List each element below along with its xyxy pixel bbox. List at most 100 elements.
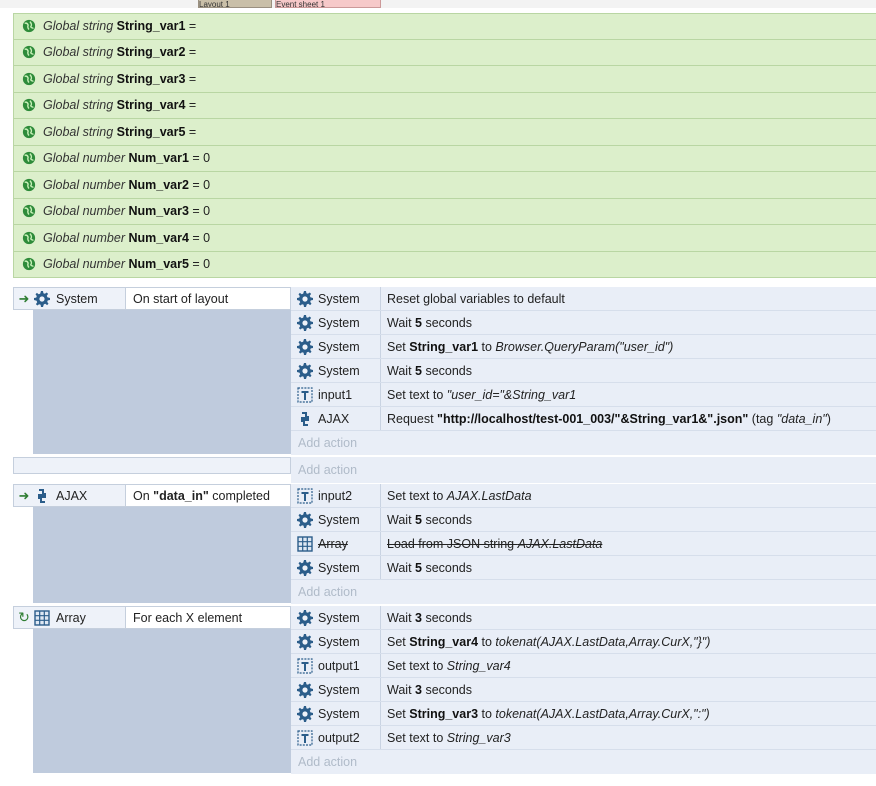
action-object: System: [318, 315, 360, 330]
global-variable-row[interactable]: Global string String_var2 =: [13, 39, 876, 66]
action-object: input2: [318, 488, 353, 503]
global-variable-text: Global string String_var3 =: [43, 71, 197, 86]
globe-icon: [22, 151, 36, 165]
array-icon: [297, 536, 313, 552]
global-variable-row[interactable]: Global number Num_var2 = 0: [13, 172, 876, 199]
action-row[interactable]: System Wait 3 seconds: [291, 678, 876, 702]
globe-icon: [22, 257, 36, 271]
event-condition-block: [33, 507, 291, 603]
action-text: Wait 5 seconds: [387, 363, 472, 378]
action-object: input1: [318, 387, 353, 402]
global-variable-text: Global number Num_var5 = 0: [43, 257, 211, 272]
action-row[interactable]: System Wait 5 seconds: [291, 311, 876, 335]
action-text: Request "http://localhost/test-001_003/"…: [387, 411, 831, 426]
action-row[interactable]: System Reset global variables to default: [291, 287, 876, 311]
gear-icon: [297, 682, 313, 698]
global-variable-text: Global string String_var1 =: [43, 19, 197, 34]
event-condition[interactable]: ↻ Array For each X element: [13, 606, 291, 629]
action-row[interactable]: output2 Set text to String_var3: [291, 726, 876, 750]
gear-icon: [297, 363, 313, 379]
textbox-icon: [297, 730, 313, 746]
action-row[interactable]: System Set String_var4 to tokenat(AJAX.La…: [291, 630, 876, 654]
globe-icon: [22, 231, 36, 245]
gear-icon: [297, 560, 313, 576]
loop-icon: ↻: [18, 609, 30, 625]
action-object: System: [318, 634, 360, 649]
event-condition[interactable]: ➜ AJAX On "data_in" completed: [13, 484, 291, 507]
action-row[interactable]: input2 Set text to AJAX.LastData: [291, 484, 876, 508]
event-condition-block: [33, 310, 291, 454]
trigger-suffix: completed: [208, 488, 270, 503]
action-object: System: [318, 363, 360, 378]
tab-layout[interactable]: Layout 1: [198, 0, 272, 8]
empty-event-condition[interactable]: [13, 457, 291, 474]
action-row[interactable]: System Wait 3 seconds: [291, 606, 876, 630]
global-variable-row[interactable]: Global number Num_var1 = 0: [13, 145, 876, 172]
global-variable-text: Global number Num_var1 = 0: [43, 151, 211, 166]
global-variable-text: Global number Num_var3 = 0: [43, 204, 211, 219]
gear-icon: [297, 706, 313, 722]
action-row[interactable]: System Wait 5 seconds: [291, 556, 876, 580]
gear-icon: [297, 634, 313, 650]
global-variable-row[interactable]: Global number Num_var3 = 0: [13, 198, 876, 225]
action-row[interactable]: System Wait 5 seconds: [291, 508, 876, 532]
event-condition[interactable]: ➜ System On start of layout: [13, 287, 291, 310]
action-text: Set text to "user_id="&String_var1: [387, 387, 577, 402]
action-row[interactable]: input1 Set text to "user_id="&String_var1: [291, 383, 876, 407]
condition-object: Array: [56, 610, 86, 625]
action-text: Wait 5 seconds: [387, 315, 472, 330]
global-variable-text: Global number Num_var4 = 0: [43, 230, 211, 245]
event-actions: System Reset global variables to default S…: [291, 287, 876, 455]
action-text: Set String_var4 to tokenat(AJAX.LastData…: [387, 634, 711, 649]
action-text: Set String_var3 to tokenat(AJAX.LastData…: [387, 706, 710, 721]
ajax-icon: [34, 488, 50, 504]
action-row[interactable]: AJAX Request "http://localhost/test-001_0…: [291, 407, 876, 431]
action-row[interactable]: Array Load from JSON string AJAX.LastData: [291, 532, 876, 556]
action-text: Set text to String_var4: [387, 658, 511, 673]
action-object: System: [318, 610, 360, 625]
global-variable-text: Global string String_var2 =: [43, 45, 197, 60]
global-variable-text: Global number Num_var2 = 0: [43, 177, 211, 192]
condition-trigger[interactable]: On "data_in" completed: [126, 485, 290, 506]
globe-icon: [22, 178, 36, 192]
action-text: Set String_var1 to Browser.QueryParam("u…: [387, 339, 674, 354]
global-variable-row[interactable]: Global string String_var3 =: [13, 66, 876, 93]
add-action-link[interactable]: Add action: [291, 457, 876, 483]
trigger-prefix: On: [133, 488, 154, 503]
condition-trigger[interactable]: For each X element: [126, 607, 290, 628]
globe-icon: [22, 204, 36, 218]
global-variable-row[interactable]: Global string String_var4 =: [13, 92, 876, 119]
globe-icon: [22, 45, 36, 59]
action-row[interactable]: System Wait 5 seconds: [291, 359, 876, 383]
condition-trigger[interactable]: On start of layout: [126, 288, 290, 309]
global-variable-row[interactable]: Global number Num_var4 = 0: [13, 225, 876, 252]
add-action-link[interactable]: Add action: [291, 750, 876, 774]
action-row[interactable]: output1 Set text to String_var4: [291, 654, 876, 678]
tab-event-sheet[interactable]: Event sheet 1: [275, 0, 381, 8]
add-action-link[interactable]: Add action: [291, 431, 876, 455]
action-text: Wait 3 seconds: [387, 682, 472, 697]
action-row[interactable]: System Set String_var1 to Browser.QueryPa…: [291, 335, 876, 359]
action-object: output2: [318, 730, 360, 745]
action-text: Set text to String_var3: [387, 730, 511, 745]
ajax-icon: [297, 411, 313, 427]
action-object: System: [318, 291, 360, 306]
action-object: System: [318, 560, 360, 575]
action-text: Reset global variables to default: [387, 291, 565, 306]
global-variable-row[interactable]: Global string String_var1 =: [13, 13, 876, 40]
tab-bar: Layout 1 Event sheet 1: [0, 0, 876, 8]
global-variable-row[interactable]: Global string String_var5 =: [13, 119, 876, 146]
textbox-icon: [297, 488, 313, 504]
add-action-link[interactable]: Add action: [291, 580, 876, 604]
gear-icon: [34, 291, 50, 307]
global-variable-row[interactable]: Global number Num_var5 = 0: [13, 251, 876, 278]
trigger-arrow-icon: ➜: [18, 290, 30, 306]
textbox-icon: [297, 387, 313, 403]
globe-icon: [22, 72, 36, 86]
action-row[interactable]: System Set String_var3 to tokenat(AJAX.La…: [291, 702, 876, 726]
textbox-icon: [297, 658, 313, 674]
action-object: System: [318, 339, 360, 354]
action-object: System: [318, 512, 360, 527]
action-object: Array: [318, 536, 348, 551]
globe-icon: [22, 19, 36, 33]
